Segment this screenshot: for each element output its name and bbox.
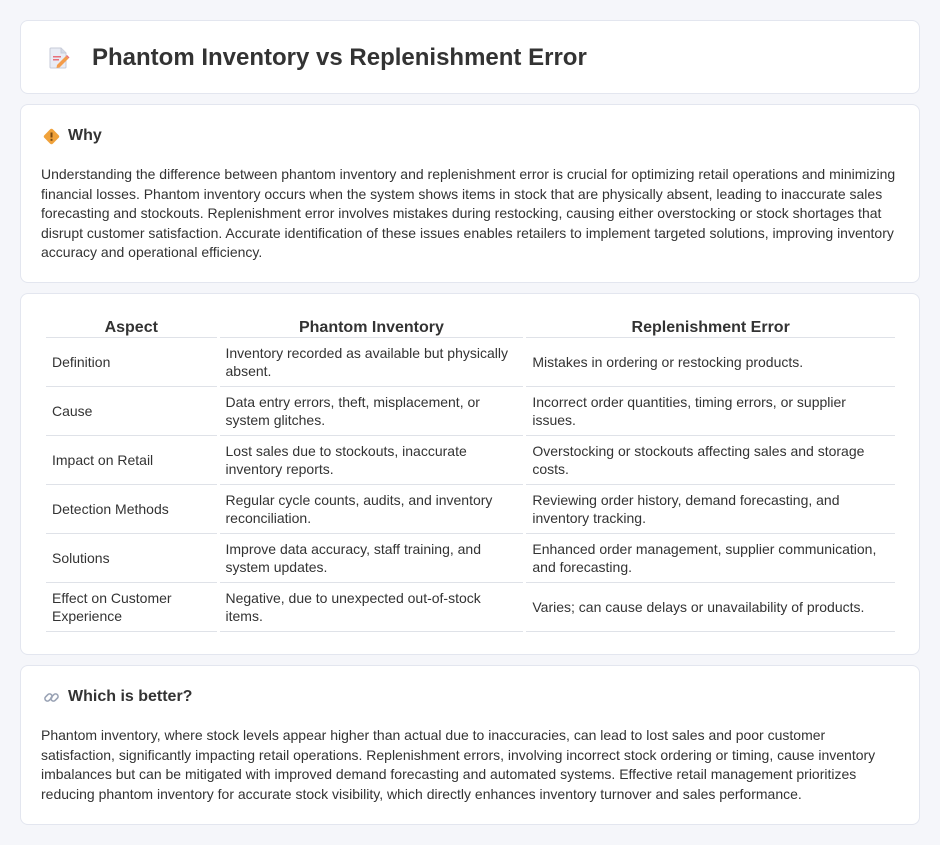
which-is-better-section: Which is better? Phantom inventory, wher… <box>20 665 920 825</box>
table-cell-replenishment: Reviewing order history, demand forecast… <box>526 485 895 534</box>
column-header-replenishment-error: Replenishment Error <box>526 314 895 338</box>
document-pencil-icon <box>47 46 71 70</box>
column-header-phantom-inventory: Phantom Inventory <box>219 314 524 338</box>
table-cell-replenishment: Mistakes in ordering or restocking produ… <box>526 338 895 387</box>
table-cell-aspect: Solutions <box>46 534 217 583</box>
table-header-row: Aspect Phantom Inventory Replenishment E… <box>46 314 895 338</box>
table-row: Detection Methods Regular cycle counts, … <box>46 485 895 534</box>
table-cell-phantom: Inventory recorded as available but phys… <box>219 338 524 387</box>
table-row: Impact on Retail Lost sales due to stock… <box>46 436 895 485</box>
table-row: Cause Data entry errors, theft, misplace… <box>46 387 895 436</box>
table-cell-phantom: Negative, due to unexpected out-of-stock… <box>219 583 524 632</box>
table-cell-replenishment: Incorrect order quantities, timing error… <box>526 387 895 436</box>
table-cell-phantom: Lost sales due to stockouts, inaccurate … <box>219 436 524 485</box>
column-header-aspect: Aspect <box>46 314 217 338</box>
table-cell-phantom: Data entry errors, theft, misplacement, … <box>219 387 524 436</box>
table-cell-replenishment: Enhanced order management, supplier comm… <box>526 534 895 583</box>
table-cell-aspect: Impact on Retail <box>46 436 217 485</box>
table-cell-phantom: Regular cycle counts, audits, and invent… <box>219 485 524 534</box>
link-icon <box>43 689 60 706</box>
why-heading-row: Why <box>43 127 102 145</box>
table-cell-aspect: Cause <box>46 387 217 436</box>
why-heading: Why <box>68 127 102 144</box>
table-row: Solutions Improve data accuracy, staff t… <box>46 534 895 583</box>
table-row: Definition Inventory recorded as availab… <box>46 338 895 387</box>
table-row: Effect on Customer Experience Negative, … <box>46 583 895 632</box>
page-title: Phantom Inventory vs Replenishment Error <box>92 44 587 71</box>
better-heading: Which is better? <box>68 688 193 705</box>
table-cell-phantom: Improve data accuracy, staff training, a… <box>219 534 524 583</box>
comparison-section: Aspect Phantom Inventory Replenishment E… <box>20 293 920 655</box>
why-body: Understanding the difference between pha… <box>41 166 896 260</box>
table-cell-aspect: Definition <box>46 338 217 387</box>
comparison-table: Aspect Phantom Inventory Replenishment E… <box>43 314 898 632</box>
table-cell-replenishment: Varies; can cause delays or unavailabili… <box>526 583 895 632</box>
better-heading-row: Which is better? <box>43 688 192 706</box>
why-section: Why Understanding the difference between… <box>20 104 920 283</box>
table-cell-aspect: Detection Methods <box>46 485 217 534</box>
table-cell-aspect: Effect on Customer Experience <box>46 583 217 632</box>
diamond-sign-icon <box>43 128 60 145</box>
table-cell-replenishment: Overstocking or stockouts affecting sale… <box>526 436 895 485</box>
better-body: Phantom inventory, where stock levels ap… <box>41 727 876 802</box>
header-card: Phantom Inventory vs Replenishment Error <box>20 20 920 94</box>
